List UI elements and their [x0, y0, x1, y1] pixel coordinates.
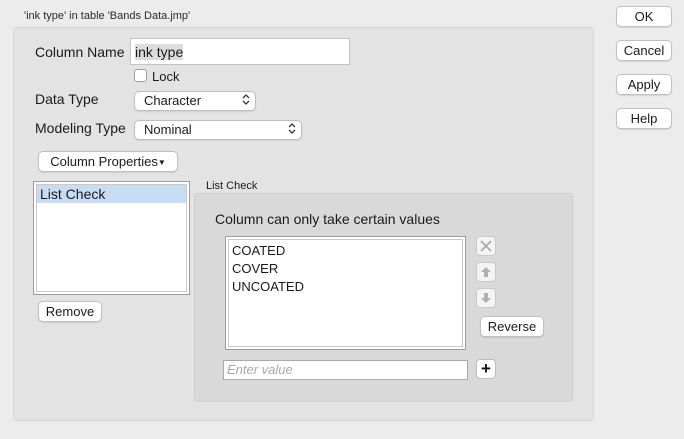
- dialog-title: 'ink type' in table 'Bands Data.jmp': [24, 10, 191, 22]
- modeling-type-value: Nominal: [144, 122, 192, 137]
- move-up-button[interactable]: [476, 262, 496, 282]
- modeling-type-select[interactable]: Nominal: [134, 120, 302, 140]
- properties-list[interactable]: List Check: [33, 181, 190, 295]
- data-type-value: Character: [144, 93, 202, 108]
- list-check-description: Column can only take certain values: [215, 211, 440, 227]
- data-type-select[interactable]: Character: [134, 91, 256, 111]
- list-item-list-check[interactable]: List Check: [37, 185, 186, 203]
- list-item[interactable]: COVER: [232, 260, 459, 278]
- column-name-label: Column Name: [35, 44, 125, 60]
- column-properties-button[interactable]: Column Properties▼: [38, 151, 178, 172]
- apply-button[interactable]: Apply: [616, 74, 672, 95]
- values-list-inner: COATED COVER UNCOATED: [228, 239, 463, 347]
- chevron-updown-icon: [288, 122, 296, 141]
- ok-button[interactable]: OK: [616, 6, 672, 27]
- properties-list-inner: List Check: [36, 184, 187, 292]
- cancel-button[interactable]: Cancel: [616, 40, 672, 61]
- lock-label: Lock: [152, 69, 180, 84]
- arrow-up-icon: [481, 267, 491, 277]
- chevron-updown-icon: [242, 93, 250, 112]
- dropdown-triangle-icon: ▼: [157, 158, 166, 167]
- column-name-field[interactable]: ink type: [130, 38, 350, 65]
- help-button[interactable]: Help: [616, 108, 672, 129]
- modeling-type-label: Modeling Type: [35, 120, 126, 136]
- enter-value-input[interactable]: Enter value: [223, 360, 468, 380]
- lock-checkbox[interactable]: [134, 69, 147, 82]
- move-down-button[interactable]: [476, 288, 496, 308]
- add-value-button[interactable]: +: [476, 359, 496, 379]
- arrow-down-icon: [481, 293, 491, 303]
- remove-button[interactable]: Remove: [38, 301, 102, 322]
- list-check-group-label: List Check: [206, 180, 258, 192]
- list-item[interactable]: COATED: [232, 242, 459, 260]
- column-name-value: ink type: [135, 44, 184, 60]
- column-properties-label: Column Properties: [50, 154, 158, 169]
- delete-value-button[interactable]: [476, 236, 496, 256]
- list-item[interactable]: UNCOATED: [232, 278, 459, 296]
- reverse-button[interactable]: Reverse: [480, 316, 544, 337]
- data-type-label: Data Type: [35, 91, 99, 107]
- values-list[interactable]: COATED COVER UNCOATED: [225, 236, 466, 350]
- plus-icon: +: [481, 359, 491, 378]
- close-icon: [480, 240, 492, 252]
